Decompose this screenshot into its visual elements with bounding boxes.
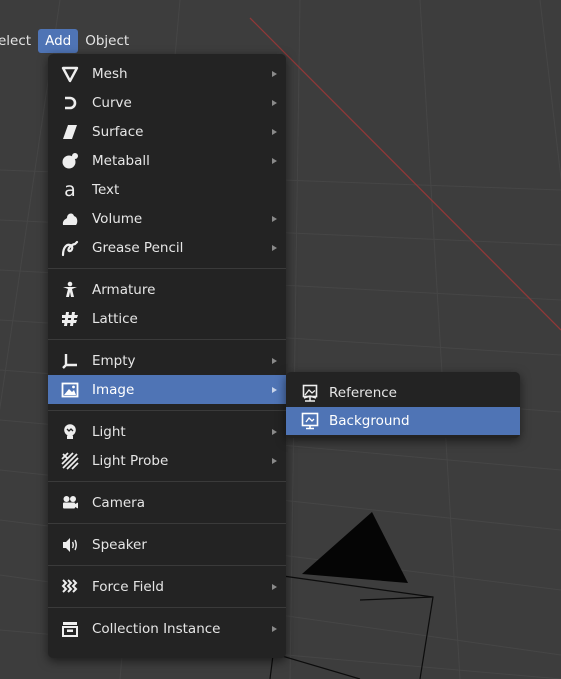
menu-item-speaker[interactable]: Speaker xyxy=(48,530,286,559)
image-submenu: Reference Background xyxy=(286,372,520,438)
menu-item-armature[interactable]: Armature xyxy=(48,275,286,304)
submenu-arrow-icon xyxy=(272,457,277,464)
menu-item-metaball[interactable]: Metaball xyxy=(48,146,286,175)
menu-item-label: Force Field xyxy=(92,578,164,595)
menu-item-label: Volume xyxy=(92,210,143,227)
submenu-arrow-icon xyxy=(272,215,277,222)
submenu-arrow-icon xyxy=(272,70,277,77)
add-menu: Mesh Curve Surface Metaball a Text Volum… xyxy=(48,54,286,658)
image-reference-icon xyxy=(300,383,320,403)
menu-item-light[interactable]: Light xyxy=(48,417,286,446)
light-probe-icon xyxy=(60,451,80,471)
menu-item-curve[interactable]: Curve xyxy=(48,88,286,117)
menu-item-mesh[interactable]: Mesh xyxy=(48,59,286,88)
light-icon xyxy=(60,422,80,442)
menu-item-label: Curve xyxy=(92,94,132,111)
collection-instance-icon xyxy=(60,619,80,639)
armature-icon xyxy=(60,280,80,300)
menu-item-surface[interactable]: Surface xyxy=(48,117,286,146)
metaball-icon xyxy=(60,151,80,171)
menu-separator xyxy=(48,410,286,411)
submenu-arrow-icon xyxy=(272,244,277,251)
menu-item-label: Armature xyxy=(92,281,156,298)
menu-item-label: Camera xyxy=(92,494,145,511)
submenu-arrow-icon xyxy=(272,625,277,632)
menu-add[interactable]: Add xyxy=(38,29,79,53)
submenu-arrow-icon xyxy=(272,428,277,435)
image-icon xyxy=(60,380,80,400)
mesh-icon xyxy=(60,64,80,84)
menu-item-label: Text xyxy=(92,181,120,198)
text-icon: a xyxy=(60,180,80,200)
camera-icon xyxy=(60,493,80,513)
lattice-icon xyxy=(60,309,80,329)
menu-separator xyxy=(48,607,286,608)
speaker-icon xyxy=(60,535,80,555)
submenu-arrow-icon xyxy=(272,128,277,135)
menu-item-light-probe[interactable]: Light Probe xyxy=(48,446,286,475)
menu-separator xyxy=(48,268,286,269)
menu-item-label: Surface xyxy=(92,123,144,140)
submenu-arrow-icon xyxy=(272,157,277,164)
grease-pencil-icon xyxy=(60,238,80,258)
header-menubar: elect Add Object xyxy=(0,28,180,54)
surface-icon xyxy=(60,122,80,142)
submenu-item-label: Reference xyxy=(329,385,397,401)
menu-object[interactable]: Object xyxy=(78,29,136,53)
menu-item-label: Empty xyxy=(92,352,136,369)
svg-text:a: a xyxy=(64,181,76,199)
menu-item-camera[interactable]: Camera xyxy=(48,488,286,517)
menu-item-label: Collection Instance xyxy=(92,620,221,637)
x-axis-line xyxy=(249,17,561,331)
submenu-arrow-icon xyxy=(272,99,277,106)
menu-item-label: Metaball xyxy=(92,152,150,169)
submenu-item-background[interactable]: Background xyxy=(286,407,520,435)
menu-item-label: Mesh xyxy=(92,65,128,82)
submenu-arrow-icon xyxy=(272,386,277,393)
menu-separator xyxy=(48,339,286,340)
submenu-item-reference[interactable]: Reference xyxy=(286,379,520,407)
curve-icon xyxy=(60,93,80,113)
menu-separator xyxy=(48,481,286,482)
menu-item-label: Light xyxy=(92,423,126,440)
menu-item-lattice[interactable]: Lattice xyxy=(48,304,286,333)
menu-item-label: Light Probe xyxy=(92,452,169,469)
menu-item-text[interactable]: a Text xyxy=(48,175,286,204)
menu-item-grease-pencil[interactable]: Grease Pencil xyxy=(48,233,286,262)
menu-item-image[interactable]: Image xyxy=(48,375,286,404)
menu-item-label: Image xyxy=(92,381,135,398)
image-background-icon xyxy=(300,411,320,431)
menu-item-volume[interactable]: Volume xyxy=(48,204,286,233)
menu-item-label: Grease Pencil xyxy=(92,239,184,256)
menu-item-label: Lattice xyxy=(92,310,138,327)
empty-icon xyxy=(60,351,80,371)
menu-select[interactable]: elect xyxy=(0,29,38,53)
menu-separator xyxy=(48,565,286,566)
force-field-icon xyxy=(60,577,80,597)
submenu-item-label: Background xyxy=(329,413,410,429)
submenu-arrow-icon xyxy=(272,357,277,364)
volume-icon xyxy=(60,209,80,229)
submenu-arrow-icon xyxy=(272,583,277,590)
menu-item-label: Speaker xyxy=(92,536,147,553)
menu-separator xyxy=(48,523,286,524)
menu-item-collection-instance[interactable]: Collection Instance xyxy=(48,614,286,643)
camera-triangle xyxy=(302,512,408,583)
menu-item-force-field[interactable]: Force Field xyxy=(48,572,286,601)
menu-item-empty[interactable]: Empty xyxy=(48,346,286,375)
